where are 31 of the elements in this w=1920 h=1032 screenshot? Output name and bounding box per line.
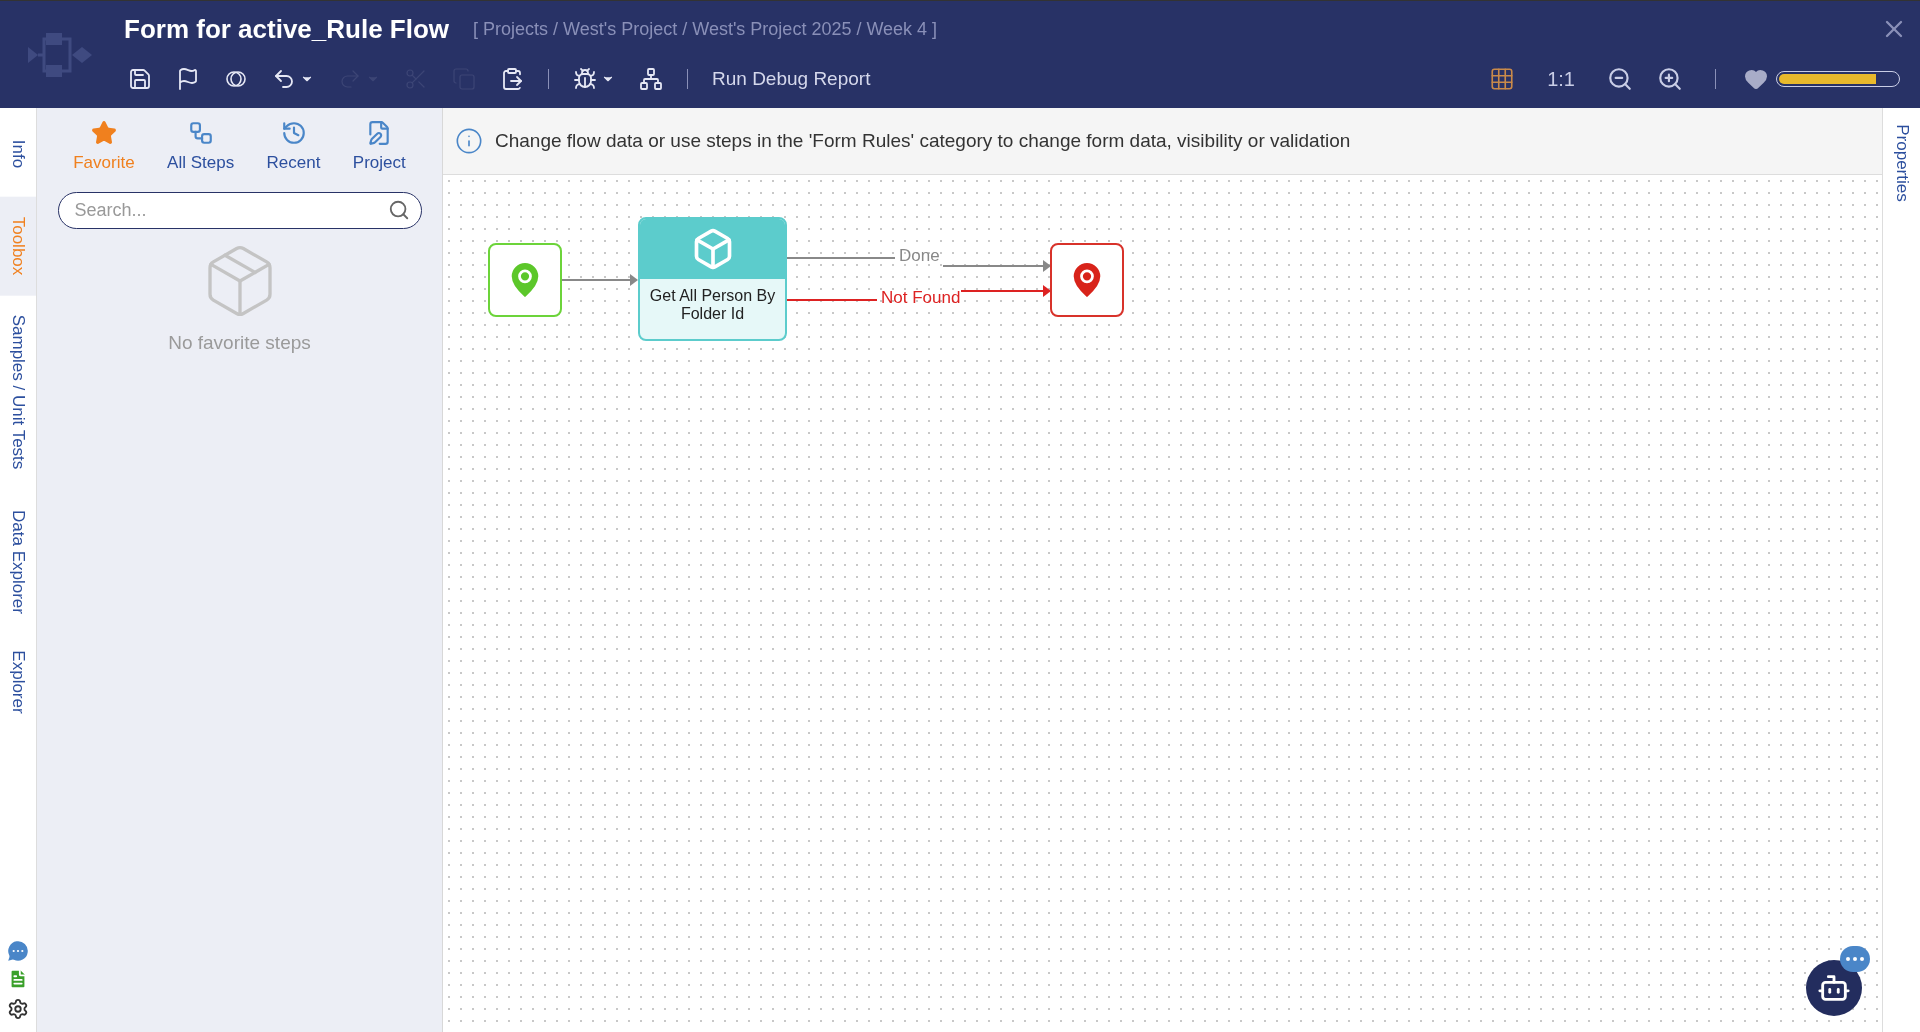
workflow-icon [187,120,214,146]
project-tab[interactable]: Project [352,120,406,176]
empty-message: No favorite steps [168,330,311,355]
zoom-out-icon[interactable] [1607,66,1633,92]
connector-label: Done [899,247,940,264]
zoom-in-icon[interactable] [1657,66,1683,92]
connector-label: Not Found [881,289,961,306]
start-node[interactable] [488,243,562,317]
info-message: Change flow data or use steps in the 'Form Rules' category to change form data, visibility or validation [495,128,1351,153]
run-debug-report-button[interactable]: Run Debug Report [700,64,883,94]
search-field[interactable]: Search... [57,191,422,229]
grid-icon[interactable] [1489,66,1516,92]
side-tab[interactable]: Samples / Unit Tests [0,294,36,490]
chatbot-button[interactable] [1806,960,1862,1016]
info-icon [455,127,483,155]
breadcrumb: [ Projects / West's Project / West's Project 2025 / Week 4 ] [473,17,938,41]
all-steps-tab[interactable]: All Steps [167,120,235,176]
step-node[interactable]: Get All Person By Folder Id [638,217,787,341]
clock-icon [280,120,307,146]
window-title: Form for active_Rule Flow [124,12,450,46]
recent-tab[interactable]: Recent [266,120,321,176]
side-tab[interactable]: Info [0,119,36,189]
side-tab[interactable]: Properties [1883,112,1920,214]
chat-icon[interactable] [5,938,31,964]
chat-bubble-icon [1840,946,1870,972]
star-icon [90,120,117,146]
search-icon[interactable] [387,198,410,221]
step-label: Get All Person By Folder Id [648,287,777,323]
end-node[interactable] [1050,243,1124,317]
heart-icon [1744,67,1768,91]
zoom-reset-button[interactable]: 1:1 [1527,64,1595,94]
